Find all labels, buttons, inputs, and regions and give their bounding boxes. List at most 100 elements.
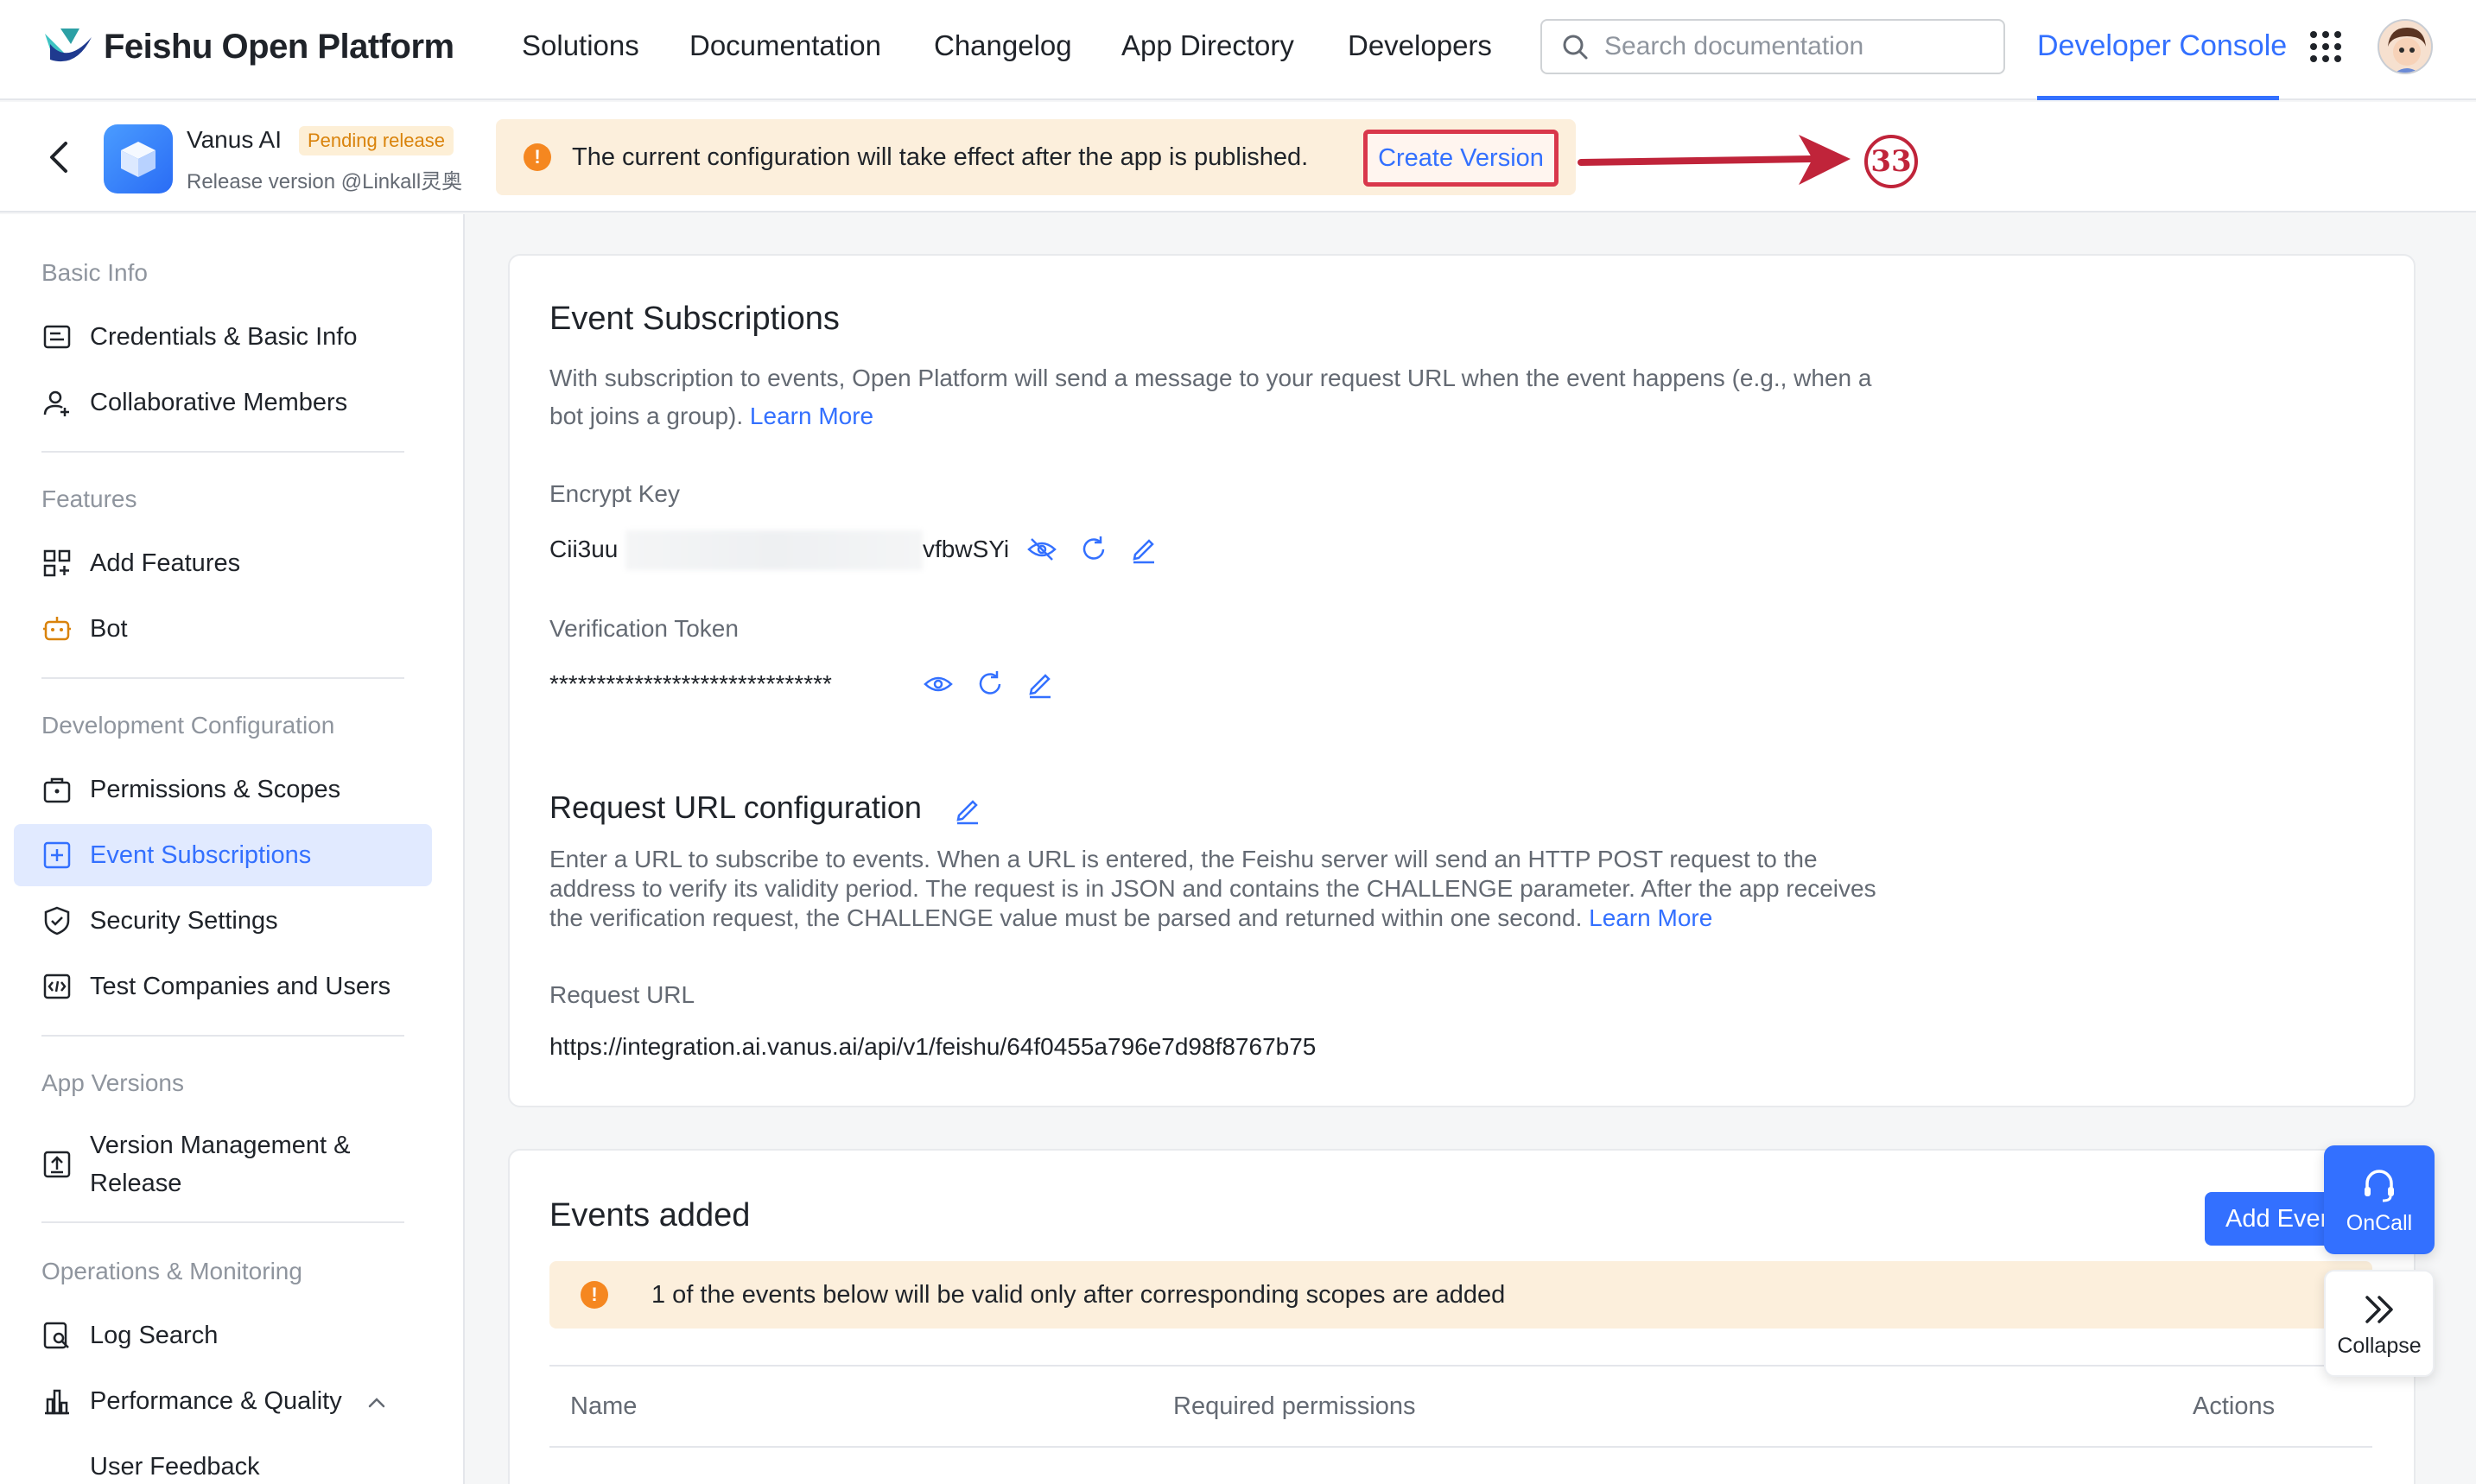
- verification-token-value: ******************************: [549, 670, 832, 697]
- sidebar-item-label: Credentials & Basic Info: [90, 322, 358, 351]
- sidebar-item-permissions[interactable]: Permissions & Scopes: [14, 758, 432, 821]
- sidebar-item-event-subscriptions[interactable]: Event Subscriptions: [14, 824, 432, 886]
- log-search-icon: [43, 1322, 69, 1349]
- verification-token-label: Verification Token: [549, 615, 739, 642]
- learn-more-link[interactable]: Learn More: [1589, 904, 1712, 931]
- back-arrow-icon[interactable]: [41, 136, 76, 178]
- sidebar-item-credentials[interactable]: Credentials & Basic Info: [14, 306, 432, 368]
- nav-solutions[interactable]: Solutions: [522, 29, 639, 62]
- sidebar-group-basic-info: Basic Info: [41, 259, 148, 286]
- chevron-up-icon[interactable]: [365, 1391, 389, 1415]
- description-text: the verification request, the CHALLENGE …: [549, 904, 1583, 931]
- description-text: With subscription to events, Open Platfo…: [549, 365, 1872, 391]
- column-header-actions: Actions: [2193, 1392, 2276, 1420]
- cube-icon: [121, 142, 156, 177]
- sidebar-item-members[interactable]: Collaborative Members: [14, 371, 432, 434]
- app-name: Vanus AI: [187, 126, 283, 153]
- request-url-config-title: Request URL configuration: [549, 790, 922, 825]
- upload-box-icon: [43, 1151, 71, 1178]
- id-card-icon: [43, 325, 71, 349]
- sidebar: Basic Info Credentials & Basic Info Coll…: [0, 214, 465, 1484]
- request-url-value: https://integration.ai.vanus.ai/api/v1/f…: [549, 1033, 1317, 1060]
- description-text: Enter a URL to subscribe to events. When…: [549, 846, 1818, 872]
- sidebar-group-app-versions: App Versions: [41, 1069, 184, 1096]
- code-box-icon: [43, 973, 71, 999]
- app-grid-icon[interactable]: [2310, 31, 2341, 62]
- search-box: [1540, 19, 2005, 74]
- edit-icon[interactable]: [1128, 534, 1159, 565]
- search-input[interactable]: [1604, 32, 1967, 61]
- feishu-logo-icon: [45, 29, 92, 62]
- column-header-permissions: Required permissions: [1173, 1392, 1416, 1420]
- refresh-icon[interactable]: [975, 669, 1006, 700]
- headset-icon: [2365, 1169, 2394, 1202]
- sidebar-item-label: Event Subscriptions: [90, 840, 312, 869]
- sidebar-item-test-companies[interactable]: Test Companies and Users: [14, 955, 432, 1018]
- double-chevron-right-icon: [2365, 1295, 2393, 1323]
- sidebar-item-version-management[interactable]: Version Management & Release: [14, 1123, 432, 1206]
- sidebar-divider: [41, 451, 404, 453]
- oncall-button[interactable]: OnCall: [2324, 1145, 2435, 1254]
- status-badge: Pending release: [299, 126, 454, 155]
- sidebar-item-label: Release: [90, 1170, 182, 1197]
- learn-more-link[interactable]: Learn More: [750, 403, 873, 429]
- nav-developers[interactable]: Developers: [1348, 29, 1492, 62]
- edit-icon[interactable]: [1025, 669, 1056, 700]
- sidebar-group-operations: Operations & Monitoring: [41, 1258, 302, 1284]
- sidebar-item-label: Add Features: [90, 549, 241, 577]
- oncall-label: OnCall: [2346, 1210, 2413, 1235]
- search-icon: [1563, 35, 1588, 60]
- warning-icon: !: [524, 143, 551, 171]
- bar-chart-icon: [45, 1389, 69, 1415]
- sidebar-item-log-search[interactable]: Log Search: [14, 1304, 432, 1367]
- sidebar-item-label: Security Settings: [90, 906, 278, 935]
- events-scope-warning: ! 1 of the events below will be valid on…: [549, 1261, 2372, 1329]
- eye-off-icon[interactable]: [1026, 534, 1057, 565]
- sidebar-item-label: Performance & Quality: [90, 1386, 342, 1415]
- sidebar-item-label: User Feedback: [90, 1452, 260, 1481]
- eye-icon[interactable]: [923, 669, 954, 700]
- nav-changelog[interactable]: Changelog: [934, 29, 1072, 62]
- request-url-label: Request URL: [549, 981, 695, 1008]
- request-url-description: Enter a URL to subscribe to events. When…: [549, 845, 1966, 933]
- collapse-button[interactable]: Collapse: [2324, 1270, 2435, 1377]
- sidebar-divider: [41, 1221, 404, 1223]
- brand-name: Feishu Open Platform: [104, 27, 454, 66]
- create-version-button[interactable]: Create Version: [1363, 130, 1559, 187]
- sidebar-divider: [41, 677, 404, 679]
- bot-icon: [43, 617, 71, 641]
- sidebar-item-performance[interactable]: Performance & Quality: [14, 1370, 432, 1432]
- sidebar-item-security[interactable]: Security Settings: [14, 890, 432, 952]
- encrypt-key-suffix: vfbwSYi: [923, 536, 1010, 562]
- developer-console-link[interactable]: Developer Console: [2037, 29, 2287, 63]
- edit-icon[interactable]: [952, 795, 983, 826]
- sidebar-group-dev-config: Development Configuration: [41, 712, 335, 739]
- brand[interactable]: Feishu Open Platform: [41, 21, 454, 73]
- sidebar-item-bot[interactable]: Bot: [14, 598, 432, 660]
- sidebar-item-label: Version Management &: [90, 1132, 351, 1159]
- refresh-icon[interactable]: [1078, 534, 1109, 565]
- release-version: Release version @Linkall灵奥: [187, 170, 463, 193]
- user-avatar-icon: [2379, 21, 2431, 73]
- shield-icon: [44, 906, 70, 935]
- app-logo: [104, 124, 173, 193]
- event-subscriptions-title: Event Subscriptions: [549, 301, 840, 337]
- active-tab-indicator: [2037, 96, 2279, 100]
- user-add-icon: [43, 390, 69, 416]
- sidebar-item-add-features[interactable]: Add Features: [14, 532, 432, 594]
- description-text: bot joins a group).: [549, 403, 744, 429]
- avatar[interactable]: [2378, 19, 2433, 74]
- sidebar-item-label: Test Companies and Users: [90, 972, 391, 1000]
- events-table-header: Name Required permissions Actions: [549, 1365, 2372, 1448]
- nav-app-directory[interactable]: App Directory: [1121, 29, 1294, 62]
- grid-add-icon: [43, 549, 71, 577]
- sidebar-divider: [41, 1035, 404, 1037]
- sidebar-item-label: Log Search: [90, 1321, 219, 1349]
- encrypt-key-prefix: Cii3uu: [549, 536, 619, 562]
- nav-documentation[interactable]: Documentation: [689, 29, 881, 62]
- collapse-label: Collapse: [2337, 1333, 2422, 1358]
- sidebar-item-user-feedback[interactable]: User Feedback: [14, 1436, 432, 1484]
- annotation-step-number: 33: [1864, 135, 1918, 188]
- event-subscriptions-description: With subscription to events, Open Platfo…: [549, 359, 1949, 435]
- app-header-bar: Vanus AI Pending release Release version…: [0, 102, 2476, 212]
